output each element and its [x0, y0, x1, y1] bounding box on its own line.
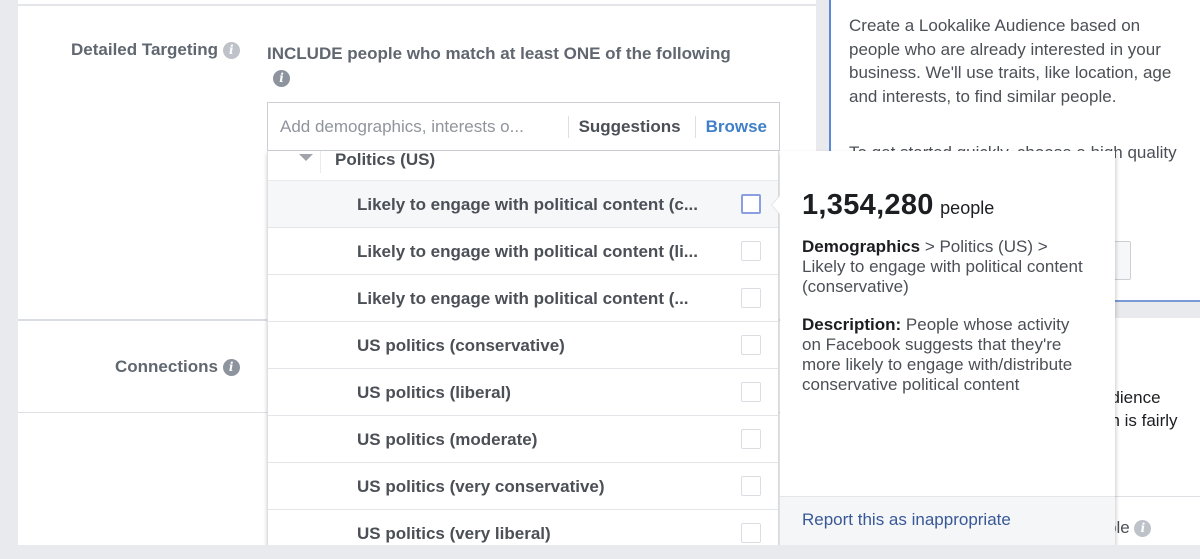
option-label: US politics (very liberal)	[357, 524, 551, 543]
browse-dropdown: Politics (US) Likely to engage with poli…	[267, 151, 779, 548]
option-label: Likely to engage with political content …	[357, 195, 698, 214]
option-row[interactable]: US politics (conservative)	[268, 322, 778, 369]
option-list: Likely to engage with political content …	[268, 181, 778, 547]
info-icon[interactable]: i	[1134, 520, 1152, 537]
audience-size-count: 1,354,280	[802, 189, 934, 221]
option-checkbox[interactable]	[741, 335, 761, 355]
audience-size-unit: people	[940, 198, 995, 218]
detailed-targeting-text: Detailed Targeting	[71, 40, 219, 59]
page-background	[0, 545, 1200, 559]
category-path: Demographics > Politics (US) > Likely to…	[802, 237, 1092, 297]
option-checkbox[interactable]	[741, 429, 761, 449]
option-row[interactable]: US politics (very conservative)	[268, 463, 778, 510]
option-checkbox[interactable]	[741, 476, 761, 496]
description-label: Description:	[802, 315, 902, 334]
browse-button[interactable]: Browse	[696, 117, 779, 137]
option-row[interactable]: Likely to engage with political content …	[268, 228, 778, 275]
caret-down-icon[interactable]	[299, 154, 313, 161]
lookalike-description: Create a Lookalike Audience based on peo…	[849, 16, 1172, 106]
info-icon[interactable]: i	[273, 70, 290, 87]
section-divider	[18, 4, 830, 6]
option-checkbox[interactable]	[741, 194, 761, 214]
category-label: Politics (US)	[335, 151, 436, 169]
category-path-root: Demographics	[802, 237, 921, 256]
option-label: US politics (liberal)	[357, 383, 511, 402]
option-row[interactable]: Likely to engage with political content …	[268, 275, 778, 322]
option-row[interactable]: US politics (liberal)	[268, 369, 778, 416]
option-checkbox[interactable]	[741, 382, 761, 402]
include-instruction: INCLUDE people who match at least ONE of…	[267, 44, 731, 63]
option-row[interactable]: Likely to engage with political content …	[268, 181, 778, 228]
option-label: US politics (very conservative)	[357, 477, 605, 496]
option-label: US politics (moderate)	[357, 430, 538, 449]
targeting-search-input[interactable]	[280, 116, 568, 137]
category-row[interactable]: Politics (US)	[268, 151, 778, 181]
option-checkbox[interactable]	[741, 523, 761, 543]
option-checkbox[interactable]	[741, 241, 761, 261]
suggestions-button[interactable]: Suggestions	[569, 117, 695, 137]
info-icon[interactable]: i	[222, 359, 240, 376]
option-checkbox[interactable]	[741, 288, 761, 308]
info-icon[interactable]: i	[222, 42, 240, 59]
option-row[interactable]: US politics (very liberal)	[268, 510, 778, 547]
audience-size: 1,354,280 people	[802, 189, 994, 222]
detailed-targeting-search[interactable]: Suggestions Browse	[267, 102, 780, 151]
detailed-targeting-label: Detailed Targeting i	[71, 40, 240, 60]
option-label: Likely to engage with political content …	[357, 242, 698, 261]
option-label: US politics (conservative)	[357, 336, 565, 355]
tooltip-pointer	[772, 196, 780, 214]
include-info[interactable]: i	[273, 70, 290, 88]
divider	[320, 151, 321, 173]
connections-text: Connections	[115, 357, 218, 376]
audience-detail-tooltip: 1,354,280 people Demographics > Politics…	[772, 151, 1115, 548]
report-inappropriate-link[interactable]: Report this as inappropriate	[802, 510, 1011, 530]
tooltip-footer: Report this as inappropriate	[780, 496, 1115, 548]
option-row[interactable]: US politics (moderate)	[268, 416, 778, 463]
option-label: Likely to engage with political content …	[357, 289, 689, 308]
connections-label: Connections i	[115, 357, 240, 377]
category-description: Description: People whose activity on Fa…	[802, 315, 1092, 395]
